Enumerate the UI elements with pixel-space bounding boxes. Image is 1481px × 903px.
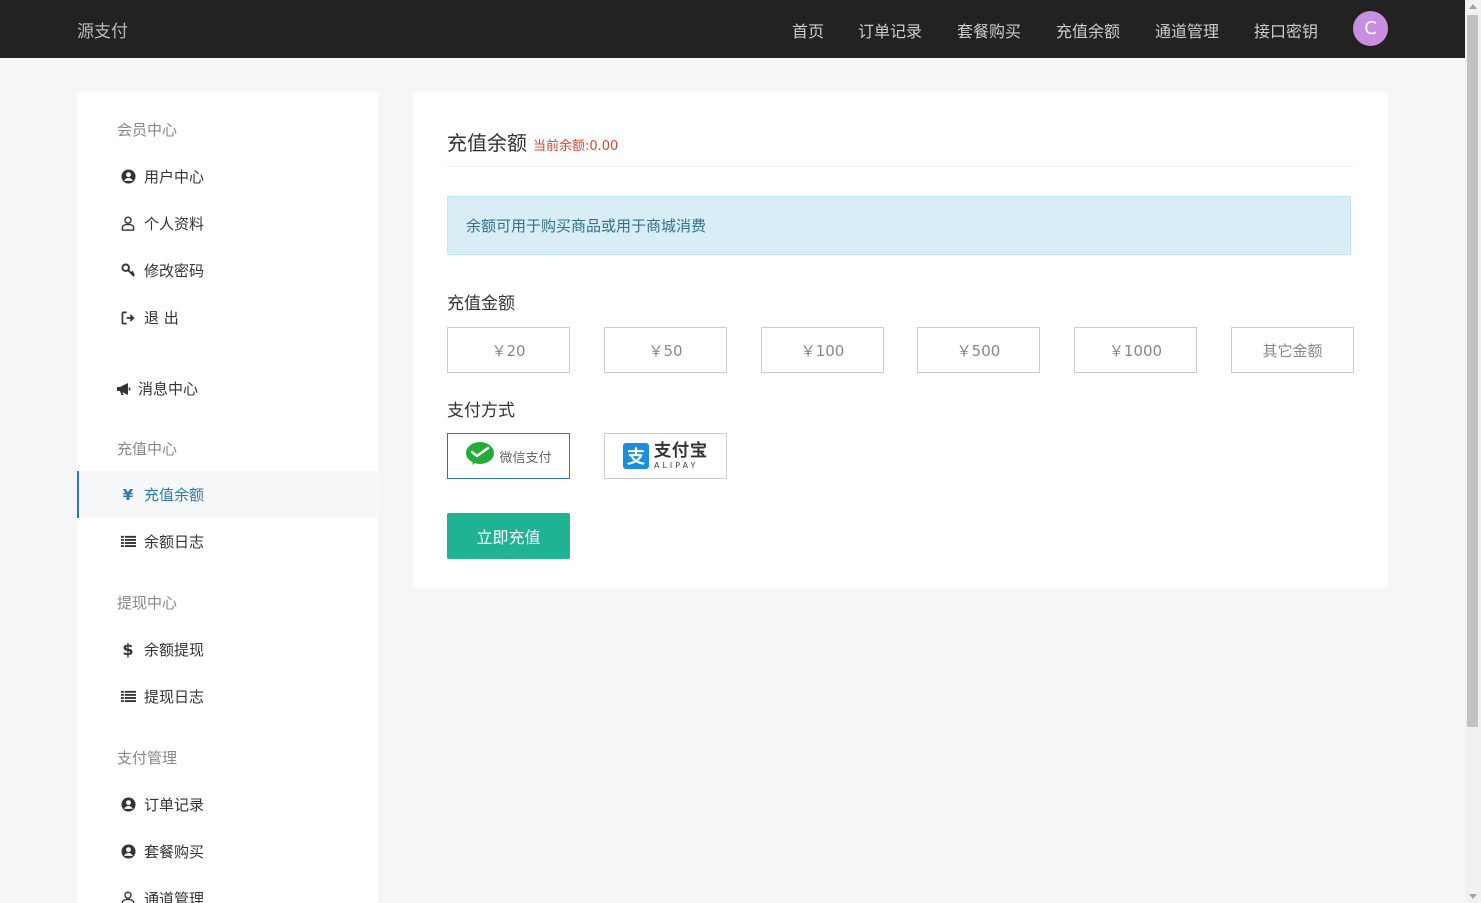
sidebar-item-balance-log[interactable]: 余额日志 [77,518,378,565]
alipay-logo-text: 支付宝 ALIPAY [654,440,708,470]
amount-option-20[interactable]: ￥20 [447,327,570,373]
list-icon [120,690,136,703]
sidebar-item-label: 用户中心 [144,168,205,186]
sidebar-item-change-password[interactable]: 修改密码 [77,247,378,294]
section-member-center: 会员中心 [117,121,178,139]
sidebar-item-label: 充值余额 [144,486,205,504]
section-payment-management: 支付管理 [117,749,178,767]
sidebar-item-label: 个人资料 [144,215,205,233]
wechat-pay-button[interactable]: 微信支付 [447,433,570,479]
user-outline-icon [120,891,136,903]
sidebar-item-recharge-balance[interactable]: ¥ 充值余额 [77,471,378,518]
yen-icon: ¥ [122,485,134,504]
bullhorn-icon [116,382,132,396]
title-divider [447,166,1353,167]
page-title: 充值余额 当前余额:0.00 [447,127,618,156]
sidebar-item-label: 通道管理 [144,890,205,903]
sidebar-item-orders[interactable]: 订单记录 [77,781,378,828]
sidebar-item-withdraw-balance[interactable]: $ 余额提现 [77,626,378,673]
sign-out-icon [120,311,136,325]
sidebar-item-label: 订单记录 [144,796,205,814]
scrollbar-thumb[interactable] [1467,15,1478,727]
alipay-cn-label: 支付宝 [654,440,708,461]
amount-option-500[interactable]: ￥500 [917,327,1040,373]
sidebar-item-label: 套餐购买 [144,843,205,861]
scroll-up-icon[interactable] [1469,4,1477,9]
alipay-en-label: ALIPAY [654,460,699,470]
sidebar-item-label: 余额提现 [144,641,205,659]
section-withdraw-center: 提现中心 [117,594,178,612]
page-scrollbar[interactable] [1465,0,1481,903]
recharge-submit-button[interactable]: 立即充值 [447,513,570,559]
user-circle-icon [120,797,136,812]
sidebar-item-label: 消息中心 [138,380,199,398]
amount-label: 充值金额 [447,294,515,314]
scroll-down-icon[interactable] [1469,894,1477,899]
recharge-card: 充值余额 当前余额:0.00 余额可用于购买商品或用于商城消费 充值金额 ￥20 … [413,92,1388,588]
sidebar-item-label: 修改密码 [144,262,205,280]
nav-orders[interactable]: 订单记录 [858,18,922,42]
user-circle-icon [120,844,136,859]
sidebar-item-label: 余额日志 [144,533,205,551]
nav-packages[interactable]: 套餐购买 [957,18,1021,42]
sidebar: 会员中心 用户中心 个人资料 修改密码 退 出 消息中心 充值中心 ¥ 充值余额 [77,92,378,903]
key-icon [120,263,136,278]
user-circle-icon [120,169,136,184]
info-alert: 余额可用于购买商品或用于商城消费 [447,196,1351,255]
amount-option-1000[interactable]: ￥1000 [1074,327,1197,373]
alipay-button[interactable]: 支 支付宝 ALIPAY [604,433,727,479]
nav-recharge[interactable]: 充值余额 [1056,18,1120,42]
nav-api-keys[interactable]: 接口密钥 [1254,18,1318,42]
top-navbar: 源支付 首页 订单记录 套餐购买 充值余额 通道管理 接口密钥 C [0,0,1465,58]
dollar-icon: $ [122,640,134,659]
amount-option-other[interactable]: 其它金额 [1231,327,1354,373]
sidebar-item-messages[interactable]: 消息中心 [77,365,378,412]
nav-channels[interactable]: 通道管理 [1155,18,1219,42]
alipay-icon: 支 [623,443,649,469]
section-recharge-center: 充值中心 [117,440,178,458]
sidebar-item-channels[interactable]: 通道管理 [77,875,378,903]
sidebar-item-logout[interactable]: 退 出 [77,294,378,341]
avatar[interactable]: C [1353,11,1388,46]
payment-method-label: 支付方式 [447,401,515,421]
amount-option-50[interactable]: ￥50 [604,327,727,373]
wechat-icon [465,441,495,471]
brand-logo[interactable]: 源支付 [77,17,128,42]
wechat-pay-label: 微信支付 [499,450,552,466]
user-outline-icon [120,216,136,231]
page-title-text: 充值余额 [447,131,527,155]
sidebar-item-profile[interactable]: 个人资料 [77,200,378,247]
sidebar-item-user-center[interactable]: 用户中心 [77,153,378,200]
sidebar-item-label: 退 出 [144,309,179,327]
amount-option-100[interactable]: ￥100 [761,327,884,373]
sidebar-item-packages[interactable]: 套餐购买 [77,828,378,875]
list-icon [120,535,136,548]
nav-home[interactable]: 首页 [792,18,824,42]
sidebar-item-label: 提现日志 [144,688,205,706]
sidebar-item-withdraw-log[interactable]: 提现日志 [77,673,378,720]
current-balance: 当前余额:0.00 [533,139,619,154]
